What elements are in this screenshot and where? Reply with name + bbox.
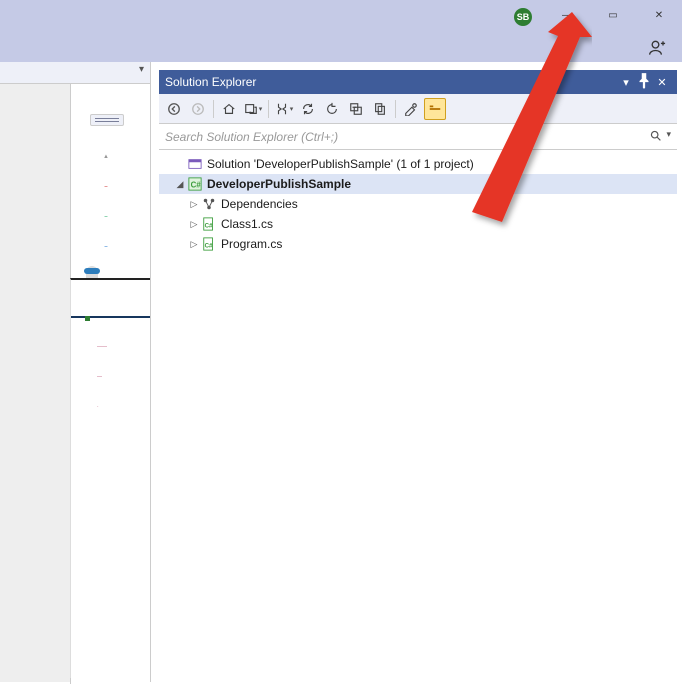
svg-text:C#: C#	[191, 181, 202, 190]
minimize-button[interactable]: —	[544, 0, 590, 30]
window-controls: — ▭ ✕	[544, 0, 682, 30]
solution-explorer-header[interactable]: Solution Explorer ▾ ✕	[159, 70, 677, 94]
document-thumbnail: —— — ·	[70, 278, 150, 678]
show-all-files-icon[interactable]	[369, 98, 391, 120]
maximize-button[interactable]: ▭	[590, 0, 636, 30]
svg-text:C#: C#	[205, 243, 213, 250]
chevron-right-icon[interactable]: ▷	[187, 239, 201, 250]
title-bar: SB — ▭ ✕	[0, 0, 682, 62]
splitter-grip[interactable]	[90, 114, 124, 126]
tree-item-label: Program.cs	[221, 237, 282, 251]
tree-item-class1[interactable]: ▷ C# Class1.cs	[159, 214, 677, 234]
forward-icon[interactable]	[187, 98, 209, 120]
view-switch-icon[interactable]: ▾	[242, 98, 264, 120]
collapse-all-icon[interactable]	[345, 98, 367, 120]
zoom-thumb[interactable]	[84, 268, 100, 274]
solution-explorer-panel: Solution Explorer ▾ ✕ ▾ ▾	[159, 70, 677, 680]
separator	[213, 100, 214, 118]
chevron-down-icon[interactable]: ◢	[173, 179, 187, 190]
home-icon[interactable]	[218, 98, 240, 120]
pending-changes-icon[interactable]: ▾	[273, 98, 295, 120]
preview-selected-items-icon[interactable]	[424, 98, 446, 120]
solution-explorer-search[interactable]: ▾	[159, 124, 677, 150]
properties-icon[interactable]	[400, 98, 422, 120]
separator	[395, 100, 396, 118]
ruler-ticks: ▲⎯⎯⎯	[86, 142, 126, 262]
project-node[interactable]: ◢ C# DeveloperPublishSample	[159, 174, 677, 194]
feedback-icon[interactable]	[648, 38, 668, 58]
search-input[interactable]	[165, 130, 649, 144]
solution-tree: Solution 'DeveloperPublishSample' (1 of …	[159, 150, 677, 680]
solution-node[interactable]: Solution 'DeveloperPublishSample' (1 of …	[159, 154, 677, 174]
search-dropdown-icon[interactable]: ▾	[666, 129, 671, 145]
tree-item-program[interactable]: ▷ C# Program.cs	[159, 234, 677, 254]
solution-label: Solution 'DeveloperPublishSample' (1 of …	[207, 157, 474, 171]
chevron-right-icon[interactable]: ▷	[187, 219, 201, 230]
sync-icon[interactable]	[297, 98, 319, 120]
tree-item-dependencies[interactable]: ▷ Dependencies	[159, 194, 677, 214]
tree-item-label: Dependencies	[221, 197, 298, 211]
csharp-project-icon: C#	[187, 176, 203, 192]
csharp-file-icon: C#	[201, 236, 217, 252]
back-icon[interactable]	[163, 98, 185, 120]
csharp-file-icon: C#	[201, 216, 217, 232]
panel-options-dropdown-icon[interactable]: ▾	[617, 76, 635, 89]
solution-explorer-toolbar: ▾ ▾	[159, 94, 677, 124]
dependencies-icon	[201, 196, 217, 212]
refresh-icon[interactable]	[321, 98, 343, 120]
pin-icon[interactable]	[635, 72, 653, 93]
user-avatar-badge[interactable]: SB	[514, 8, 532, 26]
solution-icon	[187, 156, 203, 172]
separator	[268, 100, 269, 118]
tab-dropdown[interactable]	[0, 62, 150, 84]
designer-ruler-area: ▲⎯⎯⎯ —— — ·	[0, 62, 151, 682]
chevron-right-icon[interactable]: ▷	[187, 199, 201, 210]
panel-title: Solution Explorer	[165, 75, 617, 89]
close-button[interactable]: ✕	[636, 0, 682, 30]
tree-item-label: Class1.cs	[221, 217, 273, 231]
panel-close-icon[interactable]: ✕	[653, 76, 671, 89]
search-icon[interactable]	[649, 129, 662, 145]
svg-text:C#: C#	[205, 223, 213, 230]
project-label: DeveloperPublishSample	[207, 177, 351, 191]
